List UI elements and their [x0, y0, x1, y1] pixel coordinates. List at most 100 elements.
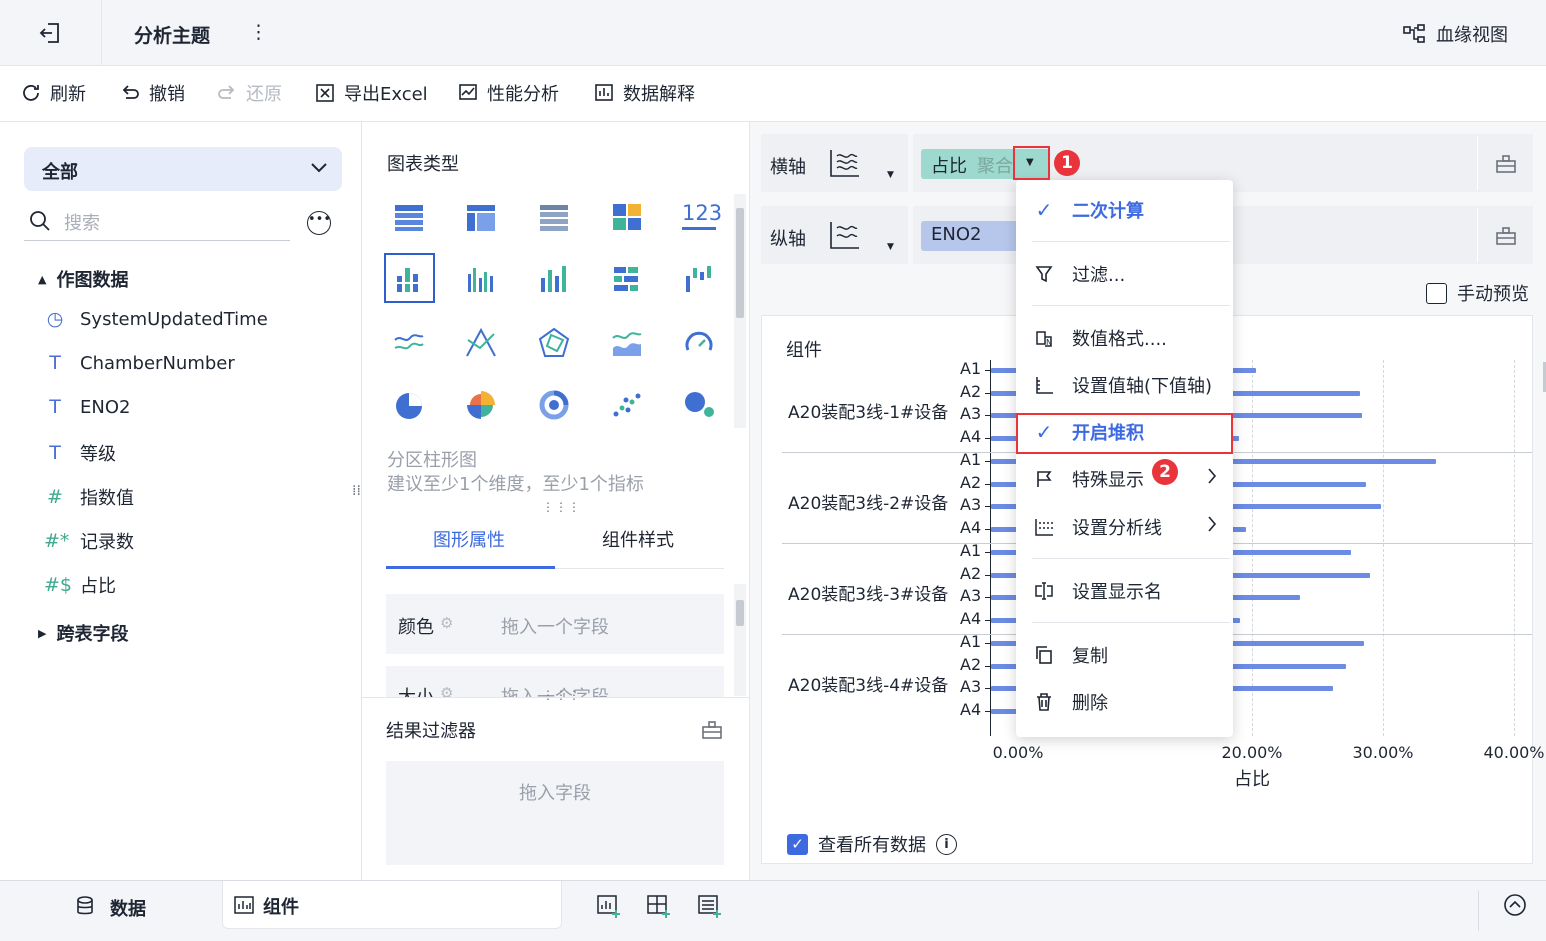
show-all-data-toggle[interactable]: ✓ 查看所有数据 i — [787, 831, 957, 857]
chart-config-panel: 图表类型 123 分区柱形图 建议至少1个维度，至少1个指标 ⋮⋮⋮ 图形属性 … — [362, 122, 750, 880]
menu-item-delete[interactable]: 删除 — [1016, 682, 1233, 722]
axis-tick — [985, 392, 990, 394]
menu-item-filter[interactable]: 过滤... — [1016, 254, 1233, 294]
field-item[interactable]: ◷ SystemUpdatedTime — [44, 308, 268, 330]
field-item[interactable]: # 指数值 — [44, 484, 134, 510]
filter-settings-icon[interactable] — [701, 720, 723, 745]
info-icon[interactable]: i — [936, 833, 957, 855]
caret-down-icon[interactable]: ▼ — [887, 170, 894, 180]
scope-select[interactable]: 全部 — [24, 147, 342, 191]
axis-tick — [985, 437, 990, 439]
flag-icon — [1016, 469, 1072, 489]
category-label: A2 — [960, 472, 982, 492]
field-item[interactable]: T ChamberNumber — [44, 352, 235, 374]
text-field-icon: T — [49, 352, 61, 374]
gear-icon[interactable]: ⚙ — [440, 684, 453, 698]
area-chart-icon[interactable] — [610, 326, 644, 360]
caret-down-icon[interactable]: ▼ — [887, 242, 894, 252]
search-field[interactable]: 搜索 — [24, 208, 290, 241]
filter-drop-zone[interactable]: 拖入字段 — [386, 761, 724, 865]
category-label: A2 — [960, 381, 982, 401]
data-explain-button[interactable]: 数据解释 — [593, 80, 695, 106]
menu-item-special-display[interactable]: 特殊显示 — [1016, 459, 1233, 499]
add-dashboard-component-icon[interactable] — [646, 893, 672, 924]
x-axis-settings-icon[interactable] — [1477, 136, 1533, 190]
menu-item-value-axis[interactable]: 设置值轴(下值轴) — [1016, 365, 1233, 405]
more-options-icon[interactable]: ••• — [307, 211, 331, 235]
add-chart-component-icon[interactable] — [596, 893, 622, 924]
resize-handle[interactable]: ⋮⋮⋮ — [542, 688, 581, 702]
lineage-view-button[interactable]: 血缘视图 — [1402, 21, 1508, 47]
undo-button[interactable]: 撤销 — [119, 80, 185, 106]
column-chart-icon[interactable] — [537, 262, 571, 296]
table-chart-icon[interactable] — [392, 200, 426, 234]
caret-down-icon: ▲ — [38, 272, 47, 286]
highlight-stacking-box — [1016, 413, 1233, 454]
bubble-chart-icon[interactable] — [682, 388, 716, 422]
export-excel-button[interactable]: 导出Excel — [314, 80, 428, 106]
menu-item-secondary-calc[interactable]: ✓ 二次计算 — [1016, 190, 1233, 230]
radar-line-icon[interactable] — [464, 326, 498, 360]
rose-chart-icon[interactable] — [464, 388, 498, 422]
field-item[interactable]: #* 记录数 — [44, 528, 134, 554]
field-item[interactable]: T 等级 — [44, 440, 116, 466]
kpi-number-icon[interactable]: 123 — [682, 198, 722, 230]
chart-grid-scrollbar[interactable] — [734, 194, 746, 428]
add-table-component-icon[interactable] — [697, 893, 723, 924]
multi-series-column-icon[interactable] — [464, 262, 498, 296]
line-chart-icon[interactable] — [392, 326, 426, 360]
menu-item-number-format[interactable]: N 数值格式.... — [1016, 318, 1233, 358]
scatter-chart-icon[interactable] — [610, 388, 644, 422]
refresh-button[interactable]: 刷新 — [20, 80, 86, 106]
menu-item-copy[interactable]: 复制 — [1016, 635, 1233, 675]
menu-item-analysis-line[interactable]: 设置分析线 — [1016, 507, 1233, 547]
tab-graphic-properties[interactable]: 图形属性 — [386, 506, 555, 569]
x-tick-label: 40.00% — [1483, 743, 1545, 762]
checkbox-checked[interactable]: ✓ — [787, 833, 808, 855]
cross-table-icon[interactable] — [464, 200, 498, 234]
filter-icon — [1016, 264, 1072, 284]
axis-tick — [985, 688, 990, 690]
collapse-up-icon[interactable] — [1503, 893, 1527, 922]
gear-icon[interactable]: ⚙ — [440, 614, 453, 632]
axis-tick — [985, 597, 990, 599]
stacked-bar-icon[interactable] — [610, 262, 644, 296]
group-toggle-chart-data[interactable]: ▲ 作图数据 — [38, 266, 128, 292]
search-icon — [30, 211, 50, 231]
tab-data[interactable]: 数据 — [0, 881, 220, 941]
chart-hint: 建议至少1个维度，至少1个指标 — [387, 474, 644, 495]
y-axis-icon[interactable] — [829, 220, 861, 250]
group-label: A20装配3线-3#设备 — [788, 585, 949, 605]
waterfall-chart-icon[interactable] — [682, 262, 716, 296]
y-axis-pill[interactable]: ENO2 — [921, 221, 1021, 251]
group-toggle-cross-table[interactable]: ▶ 跨表字段 — [38, 620, 128, 646]
grouped-column-icon[interactable] — [392, 262, 426, 296]
y-axis-settings-icon[interactable] — [1477, 208, 1533, 262]
data-explain-icon — [595, 84, 613, 101]
gauge-chart-icon[interactable] — [682, 326, 716, 360]
dashboard-card-icon[interactable] — [610, 200, 644, 234]
checkbox[interactable] — [1426, 282, 1447, 304]
toolbar: 刷新 撤销 还原 导出Excel 性能分析 数据解释 — [0, 66, 1546, 122]
field-item[interactable]: T ENO2 — [44, 396, 130, 418]
manual-preview-toggle[interactable]: 手动预览 — [1426, 280, 1529, 306]
category-label: A1 — [960, 450, 982, 469]
more-icon[interactable]: ⋮ — [249, 21, 268, 43]
tab-component[interactable]: 组件 — [222, 881, 562, 929]
redo-button[interactable]: 还原 — [216, 80, 282, 106]
radar-chart-icon[interactable] — [537, 326, 571, 360]
record-count-icon: #* — [44, 530, 70, 552]
tab-component-style[interactable]: 组件样式 — [555, 506, 724, 569]
menu-item-display-name[interactable]: 设置显示名 — [1016, 571, 1233, 611]
color-property-row[interactable]: 颜色 ⚙ 拖入一个字段 — [386, 594, 724, 654]
property-scrollbar[interactable] — [734, 584, 746, 696]
field-item[interactable]: #$ 占比 — [44, 572, 116, 598]
detail-table-icon[interactable] — [537, 200, 571, 234]
donut-chart-icon[interactable] — [537, 388, 571, 422]
excel-icon — [316, 84, 334, 102]
redo-icon — [218, 85, 235, 99]
performance-analysis-button[interactable]: 性能分析 — [457, 80, 559, 106]
exit-icon[interactable] — [38, 20, 64, 46]
x-axis-icon[interactable] — [829, 148, 861, 178]
pie-chart-icon[interactable] — [392, 388, 426, 422]
